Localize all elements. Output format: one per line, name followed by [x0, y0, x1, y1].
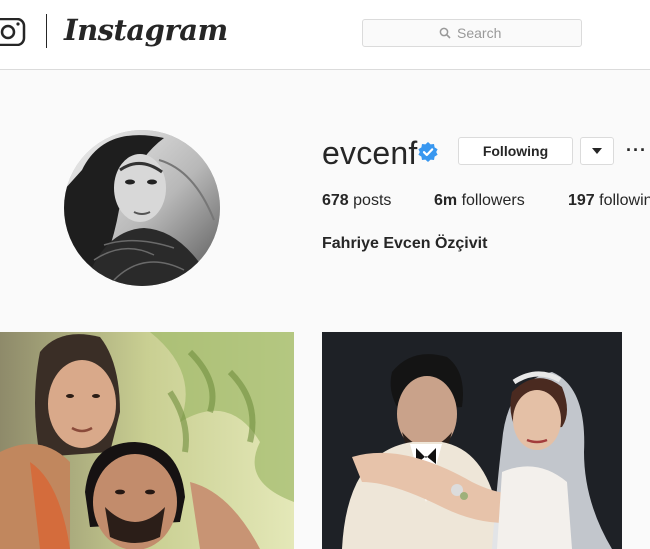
suggestions-dropdown-button[interactable]: [580, 137, 614, 165]
profile-username: evcenf: [322, 135, 418, 171]
verified-badge-icon: [418, 142, 438, 162]
post-thumbnail[interactable]: [322, 332, 622, 549]
header-divider: [46, 14, 47, 48]
followers-count-label: followers: [461, 192, 525, 209]
following-count-value: 197: [568, 192, 595, 209]
more-options-icon[interactable]: ···: [626, 140, 647, 161]
search-input[interactable]: [457, 25, 505, 41]
posts-count: 678 posts: [322, 192, 391, 210]
instagram-camera-icon[interactable]: [0, 18, 26, 46]
followers-count[interactable]: 6m followers: [434, 192, 525, 210]
posts-count-label: posts: [353, 192, 392, 209]
following-button[interactable]: Following: [458, 137, 573, 165]
following-count[interactable]: 197 following: [568, 192, 650, 210]
chevron-down-icon: [592, 148, 602, 154]
post-thumbnail[interactable]: [0, 332, 294, 549]
following-count-label: following: [599, 192, 650, 209]
profile-full-name: Fahriye Evcen Özçivit: [322, 235, 488, 252]
followers-count-value: 6m: [434, 192, 458, 209]
top-navigation-bar: Instagram: [0, 0, 650, 70]
search-icon: [439, 27, 451, 39]
profile-avatar[interactable]: [64, 130, 220, 286]
posts-count-value: 678: [322, 192, 349, 209]
instagram-wordmark-logo[interactable]: Instagram: [64, 13, 228, 47]
search-box[interactable]: [362, 19, 582, 47]
